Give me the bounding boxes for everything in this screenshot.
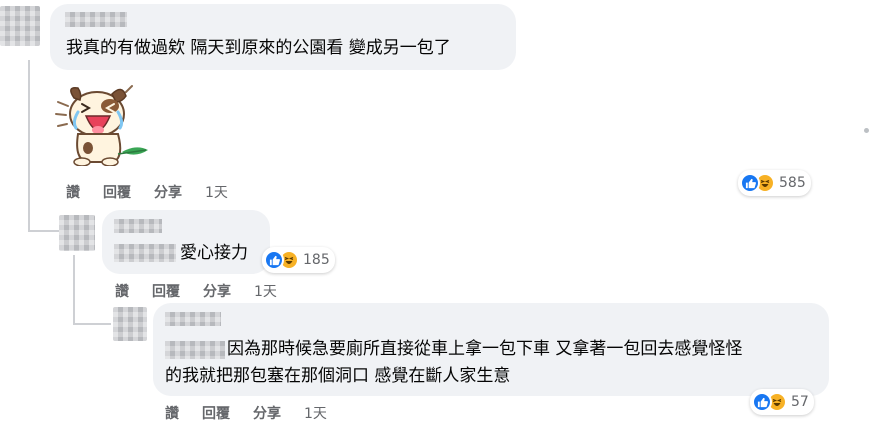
share-action[interactable]: 分享 [203, 281, 231, 301]
like-icon [752, 392, 772, 412]
comment-text-line-1: 因為那時候急要廁所直接從車上拿一包下車 又拿著一包回去感覺怪怪 [227, 339, 743, 359]
like-icon [740, 173, 760, 193]
like-action[interactable]: 讚 [115, 281, 129, 301]
like-action[interactable]: 讚 [66, 182, 80, 202]
avatar[interactable] [0, 6, 40, 46]
scroll-indicator [864, 128, 869, 133]
reactions-summary[interactable]: 585 [738, 170, 811, 196]
mentioned-name[interactable] [114, 244, 176, 262]
timestamp[interactable]: 1天 [205, 182, 228, 202]
comment-text: 我真的有做過欸 隔天到原來的公園看 變成另一包了 [66, 38, 451, 58]
reaction-count: 585 [779, 175, 806, 191]
avatar[interactable] [113, 307, 147, 341]
comment-text-line-2: 的我就把那包塞在那個洞口 感覺在斷人家生意 [165, 366, 511, 386]
reaction-count: 57 [791, 394, 809, 410]
reply-action[interactable]: 回覆 [103, 182, 131, 202]
thread-line [73, 255, 75, 325]
author-name[interactable] [65, 12, 127, 27]
reactions-summary[interactable]: 185 [262, 247, 335, 273]
like-action[interactable]: 讚 [165, 403, 179, 423]
reactions-summary[interactable]: 57 [750, 389, 814, 415]
share-action[interactable]: 分享 [154, 182, 182, 202]
comment-actions: 讚 回覆 分享 1天 [66, 182, 251, 202]
comment-text: 愛心接力 [180, 243, 248, 263]
author-name[interactable] [114, 219, 162, 233]
timestamp[interactable]: 1天 [304, 403, 327, 423]
avatar[interactable] [59, 215, 95, 251]
reply-action[interactable]: 回覆 [152, 281, 180, 301]
reaction-count: 185 [303, 252, 330, 268]
comment-bubble: 因為那時候急要廁所直接從車上拿一包下車 又拿著一包回去感覺怪怪 的我就把那包塞在… [153, 303, 829, 396]
comment-bubble: 愛心接力 [102, 210, 270, 274]
author-name[interactable] [165, 312, 221, 326]
like-icon [264, 250, 284, 270]
reply-action[interactable]: 回覆 [202, 403, 230, 423]
mentioned-name[interactable] [165, 341, 225, 359]
share-action[interactable]: 分享 [253, 403, 281, 423]
comment-actions: 讚 回覆 分享 1天 [115, 281, 300, 301]
crying-laughing-puppy-sticker-icon [52, 82, 152, 167]
thread-branch [73, 323, 111, 325]
timestamp[interactable]: 1天 [254, 281, 277, 301]
thread-line [28, 60, 30, 232]
comment-bubble: 我真的有做過欸 隔天到原來的公園看 變成另一包了 [50, 4, 516, 70]
comment-actions: 讚 回覆 分享 1天 [165, 403, 350, 423]
